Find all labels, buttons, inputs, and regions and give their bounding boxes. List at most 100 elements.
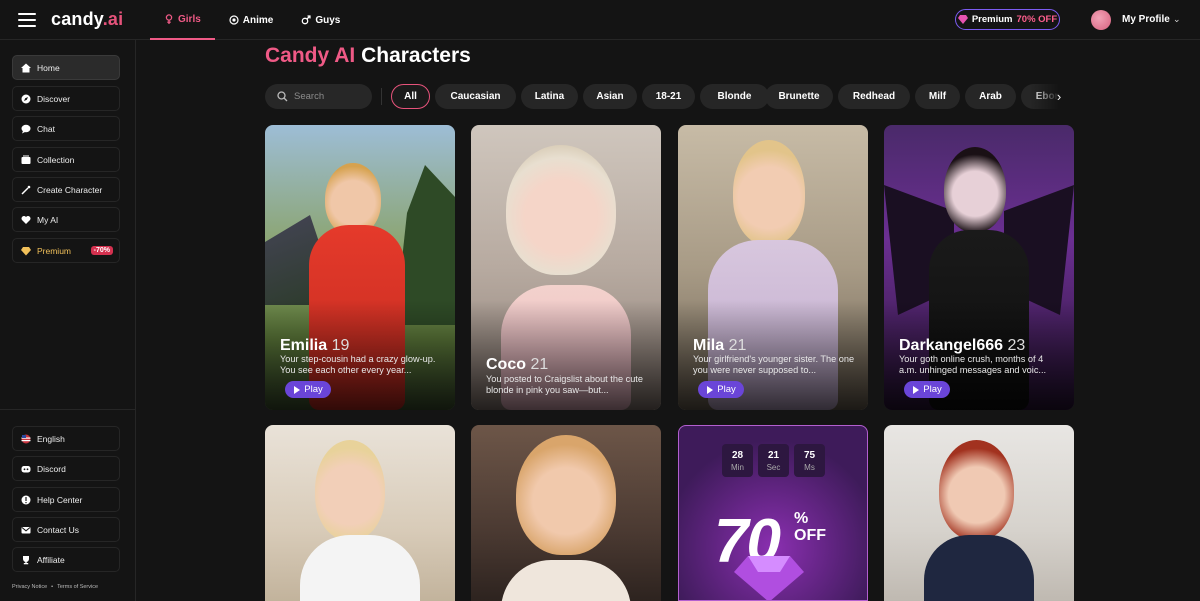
play-label: Play (304, 384, 323, 395)
filter-chips: All Caucasian Latina Asian 18-21 Blonde … (391, 84, 1071, 109)
filter-divider (381, 88, 382, 105)
character-age: 21 (728, 337, 747, 354)
title-text: Characters (361, 44, 471, 67)
tab-guys-label: Guys (315, 14, 341, 26)
logo-suffix: .ai (102, 9, 124, 29)
sidebar-item-label: My AI (37, 214, 59, 225)
character-name: Coco 21 (486, 356, 548, 374)
sidebar-item-label: Collection (37, 154, 75, 165)
chevron-down-icon[interactable]: ⌄ (1173, 14, 1181, 25)
logo[interactable]: candy.ai (51, 9, 123, 30)
terms-link[interactable]: Terms of Service (57, 584, 98, 590)
character-name: Emilia 19 (280, 337, 349, 355)
search-input[interactable] (294, 91, 364, 102)
filter-chip-asian[interactable]: Asian (583, 84, 637, 109)
character-card[interactable] (884, 425, 1074, 601)
tab-anime-label: Anime (242, 14, 274, 26)
privacy-link[interactable]: Privacy Notice (12, 584, 47, 590)
play-label: Play (717, 384, 736, 395)
filter-chip-18-21[interactable]: 18-21 (642, 84, 695, 109)
premium-button[interactable]: Premium 70% OFF (955, 9, 1060, 30)
timer-unit: Sec (766, 463, 781, 472)
sidebar-item-label: Create Character (37, 184, 103, 195)
sidebar-item-label: Chat (37, 123, 55, 134)
play-button[interactable]: Play (904, 381, 950, 398)
promo-card[interactable]: 28 Min 21 Sec 75 Ms 70 % OFF (678, 425, 868, 601)
footer-links: Privacy Notice • Terms of Service (12, 584, 98, 590)
character-card-mila[interactable]: Mila 21 Your girlfriend's younger sister… (678, 125, 868, 410)
character-name: Mila 21 (693, 337, 746, 355)
sidebar-item-affiliate[interactable]: Affiliate (12, 547, 120, 572)
filter-chip-milf[interactable]: Milf (915, 84, 960, 109)
sidebar-item-create-character[interactable]: Create Character (12, 177, 120, 202)
portrait-body (501, 560, 631, 601)
sidebar-item-label: Affiliate (37, 554, 65, 565)
filter-chip-latina[interactable]: Latina (521, 84, 578, 109)
discord-icon (21, 464, 31, 474)
sidebar-item-help-center[interactable]: Help Center (12, 487, 120, 512)
magic-wand-icon (21, 185, 31, 195)
sidebar-item-label: Discover (37, 93, 71, 104)
filter-chip-brunette[interactable]: Brunette (765, 84, 833, 109)
filter-chip-arab[interactable]: Arab (965, 84, 1016, 109)
character-card-darkangel666[interactable]: Darkangel666 23 Your goth online crush, … (884, 125, 1074, 410)
menu-icon[interactable] (18, 13, 36, 27)
sidebar-divider (0, 409, 136, 410)
sidebar-item-home[interactable]: Home (12, 55, 120, 80)
portrait-head (939, 440, 1014, 540)
tab-anime[interactable]: Anime (215, 0, 288, 40)
sidebar-item-my-ai[interactable]: My AI (12, 207, 120, 232)
title-brand: Candy AI (265, 44, 356, 67)
filter-chip-redhead[interactable]: Redhead (838, 84, 910, 109)
help-icon (21, 495, 31, 505)
sidebar-item-discord[interactable]: Discord (12, 456, 120, 481)
logo-text: candy (51, 9, 103, 29)
filter-chip-blonde[interactable]: Blonde (700, 84, 769, 109)
character-description: Your goth online crush, months of 4 a.m.… (899, 354, 1047, 375)
play-icon (707, 385, 714, 394)
timer-seconds: 21 Sec (758, 444, 789, 477)
sidebar-item-label: English (37, 433, 65, 444)
play-label: Play (923, 384, 942, 395)
discount-badge: -70% (90, 246, 113, 255)
character-description: Your step-cousin had a crazy glow-up. Yo… (280, 354, 436, 375)
play-button[interactable]: Play (698, 381, 744, 398)
character-card[interactable] (265, 425, 455, 601)
sidebar-item-contact-us[interactable]: Contact Us (12, 517, 120, 542)
promo-percent-sign: % (794, 510, 809, 527)
top-bar: candy.ai Girls Anime Guys Premium 70% OF… (0, 0, 1200, 40)
character-card-emilia[interactable]: Emilia 19 Your step-cousin had a crazy g… (265, 125, 455, 410)
filter-chip-caucasian[interactable]: Caucasian (435, 84, 516, 109)
sidebar-item-discover[interactable]: Discover (12, 86, 120, 111)
tab-girls-label: Girls (178, 13, 201, 25)
sidebar-item-label: Discord (37, 463, 66, 474)
collection-icon (21, 155, 31, 165)
play-button[interactable]: Play (285, 381, 331, 398)
sidebar-item-premium[interactable]: Premium -70% (12, 238, 120, 263)
timer-value: 75 (803, 450, 816, 461)
sidebar-item-collection[interactable]: Collection (12, 147, 120, 172)
filter-chip-all[interactable]: All (391, 84, 430, 109)
diamond-icon (21, 246, 31, 256)
anime-icon (229, 15, 239, 25)
sidebar-item-english[interactable]: English (12, 426, 120, 451)
sidebar: Home Discover Chat Collection Create Cha… (0, 40, 136, 601)
search-box[interactable] (265, 84, 372, 109)
compass-icon (21, 94, 31, 104)
character-name-text: Darkangel666 (899, 337, 1004, 354)
sidebar-item-label: Contact Us (37, 524, 80, 535)
sidebar-item-chat[interactable]: Chat (12, 116, 120, 141)
chevron-right-icon[interactable]: › (1052, 88, 1066, 105)
page-title: Candy AI Characters (265, 44, 471, 68)
timer-milliseconds: 75 Ms (794, 444, 825, 477)
avatar[interactable] (1091, 10, 1111, 30)
female-icon (165, 14, 173, 24)
male-icon (302, 15, 311, 25)
timer-unit: Ms (804, 463, 815, 472)
character-card-coco[interactable]: Coco 21 You posted to Craigslist about t… (471, 125, 661, 410)
tab-girls[interactable]: Girls (150, 0, 215, 40)
character-description: Your girlfriend's younger sister. The on… (693, 354, 855, 375)
character-card[interactable] (471, 425, 661, 601)
profile-label[interactable]: My Profile (1122, 14, 1170, 25)
tab-guys[interactable]: Guys (287, 0, 354, 40)
